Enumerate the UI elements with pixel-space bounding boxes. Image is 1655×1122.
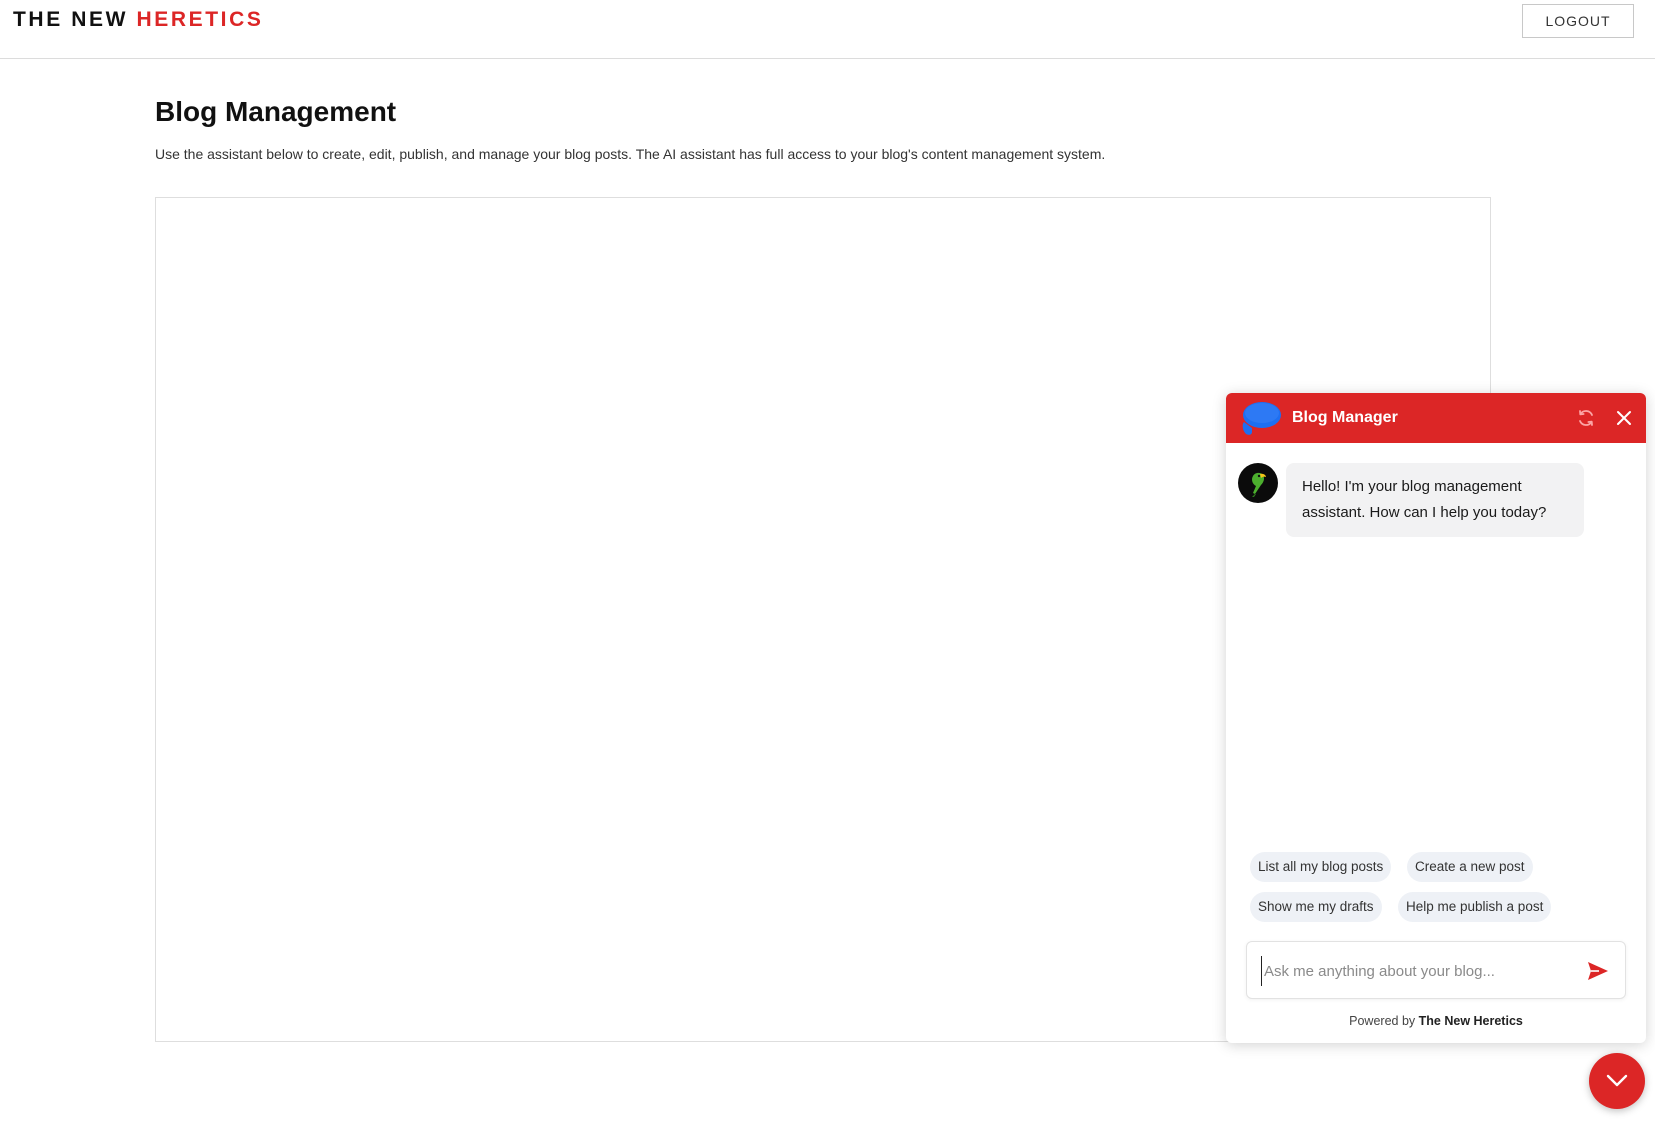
chat-bubble-logo-icon xyxy=(1240,398,1282,438)
assistant-message-bubble: Hello! I'm your blog management assistan… xyxy=(1286,463,1584,537)
powered-by-footer: Powered by The New Heretics xyxy=(1226,1013,1646,1029)
suggestion-show-drafts[interactable]: Show me my drafts xyxy=(1250,892,1382,922)
logo-text-accent: HERETICS xyxy=(136,8,264,31)
suggestion-list-posts[interactable]: List all my blog posts xyxy=(1250,852,1392,882)
powered-by-brand-link[interactable]: The New Heretics xyxy=(1419,1014,1523,1028)
page-description: Use the assistant below to create, edit,… xyxy=(155,146,1106,162)
parrot-icon xyxy=(1238,463,1278,503)
site-logo[interactable]: THE NEW HERETICS xyxy=(13,7,263,33)
chat-title: Blog Manager xyxy=(1292,409,1398,426)
suggestion-publish-post[interactable]: Help me publish a post xyxy=(1398,892,1552,922)
chat-message-input[interactable] xyxy=(1261,956,1581,986)
send-icon[interactable] xyxy=(1585,958,1611,984)
chat-input-container xyxy=(1246,941,1626,999)
close-icon[interactable] xyxy=(1612,406,1636,430)
chat-toggle-button[interactable] xyxy=(1589,1053,1645,1109)
logo-text-primary: THE NEW xyxy=(13,8,129,31)
chat-header: Blog Manager xyxy=(1226,393,1646,443)
chevron-down-icon xyxy=(1606,1074,1628,1088)
refresh-icon[interactable] xyxy=(1574,406,1598,430)
top-navigation-bar: THE NEW HERETICS LOGOUT xyxy=(0,0,1655,59)
page-title: Blog Management xyxy=(155,96,397,127)
logout-button[interactable]: LOGOUT xyxy=(1522,4,1634,38)
powered-by-prefix: Powered by xyxy=(1349,1014,1416,1028)
chat-widget: Blog Manager Hello! I'm your blog manage… xyxy=(1226,393,1646,1043)
suggestion-create-post[interactable]: Create a new post xyxy=(1407,852,1533,882)
